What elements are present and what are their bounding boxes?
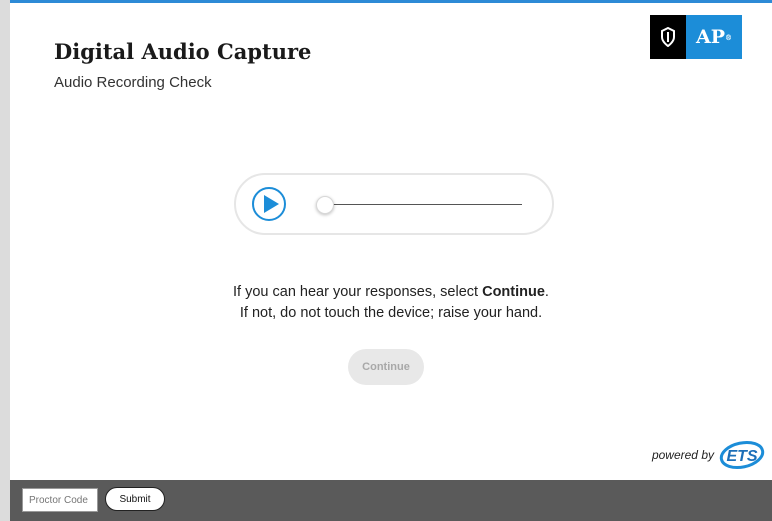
powered-by-label: powered by (651, 448, 714, 462)
play-button[interactable] (252, 187, 286, 221)
audio-player (234, 173, 554, 235)
proctor-code-input[interactable] (22, 488, 98, 512)
ap-logo: AP ® (650, 15, 742, 59)
instruction-line-1: If you can hear your responses, select C… (233, 284, 549, 300)
audio-progress-track[interactable] (322, 204, 522, 205)
page-subtitle: Audio Recording Check (54, 74, 212, 91)
footer-bar: Submit (10, 480, 772, 521)
play-icon (264, 195, 279, 213)
instruction-line-2: If not, do not touch the device; raise y… (239, 305, 543, 321)
powered-by-ets: powered by ETS (652, 440, 766, 470)
continue-button[interactable]: Continue (348, 349, 424, 385)
app-stage: Digital Audio Capture Audio Recording Ch… (10, 0, 772, 480)
page-title: Digital Audio Capture (54, 39, 312, 64)
ets-logo-icon: ETS (719, 440, 765, 470)
instruction-message: If you can hear your responses, select C… (10, 282, 772, 324)
ap-wordmark: AP ® (686, 15, 742, 59)
svg-text:ETS: ETS (726, 448, 757, 465)
audio-progress-handle[interactable] (316, 196, 334, 214)
college-board-seal-icon (650, 15, 686, 59)
submit-button[interactable]: Submit (105, 487, 165, 511)
